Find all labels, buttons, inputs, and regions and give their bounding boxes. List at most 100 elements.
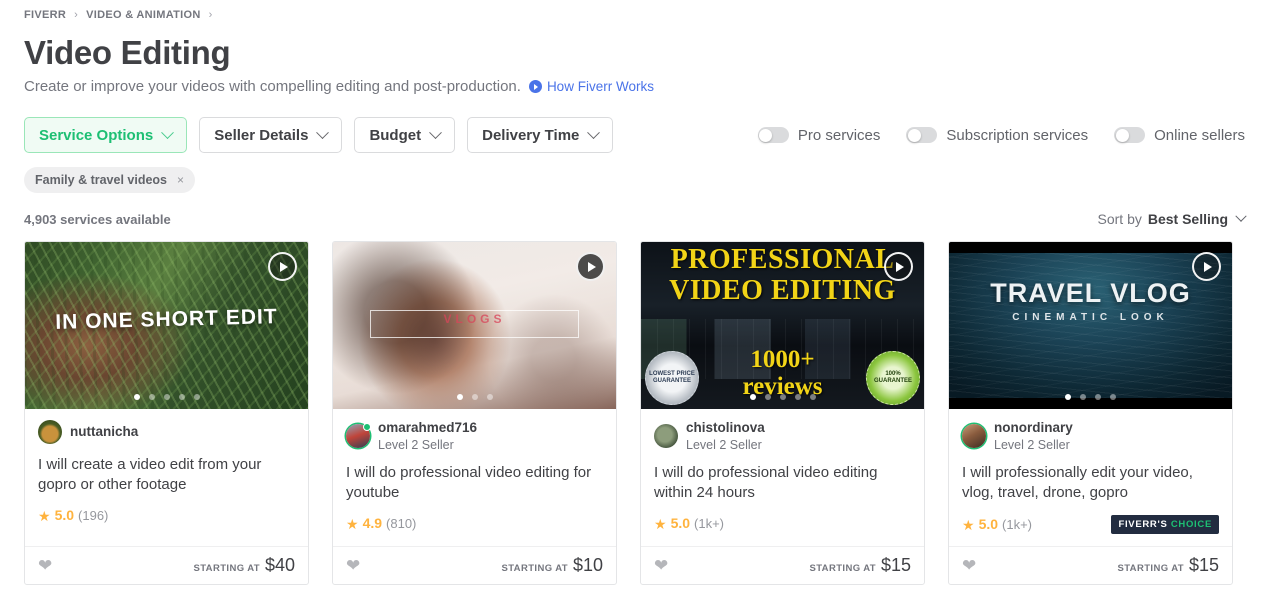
toggle-online-sellers[interactable]: Online sellers (1114, 127, 1245, 144)
how-fiverr-works-label: How Fiverr Works (547, 79, 654, 94)
carousel-dot[interactable] (780, 394, 786, 400)
carousel-dot[interactable] (134, 394, 140, 400)
avatar[interactable] (962, 424, 986, 448)
toggle-pro-services[interactable]: Pro services (758, 127, 881, 144)
gig-thumbnail (949, 242, 1232, 409)
star-icon: ★ (654, 517, 667, 531)
price: STARTING AT $40 (193, 555, 295, 576)
toggle-subscription-services[interactable]: Subscription services (906, 127, 1088, 144)
fiverrs-choice-prefix: FIVERR'S (1118, 519, 1167, 530)
heart-icon[interactable]: ❤ (346, 557, 360, 574)
carousel-dot[interactable] (179, 394, 185, 400)
heart-icon[interactable]: ❤ (38, 557, 52, 574)
play-button[interactable] (1192, 252, 1221, 281)
gig-card[interactable]: IN ONE SHORT EDIT nuttanicha I wi (24, 241, 309, 585)
page-title: Video Editing (24, 33, 1245, 73)
starting-at-label: STARTING AT (501, 563, 568, 574)
gig-footer: ❤ STARTING AT $40 (25, 546, 308, 584)
gig-media[interactable]: VLOGS (333, 242, 616, 409)
gig-card[interactable]: TRAVEL VLOG CINEMATIC LOOK nonordinary L… (948, 241, 1233, 585)
breadcrumb-item-video-animation[interactable]: VIDEO & ANIMATION (86, 9, 201, 21)
seller-row[interactable]: nuttanicha (38, 420, 295, 444)
toggle-switch-icon[interactable] (758, 127, 789, 143)
rating-row: ★ 4.9 (810) (346, 515, 603, 531)
gig-media-text: VLOGS (333, 312, 616, 326)
toggle-group: Pro services Subscription services Onlin… (758, 127, 1245, 144)
toggle-subscription-services-label: Subscription services (946, 127, 1088, 144)
carousel-dot[interactable] (810, 394, 816, 400)
carousel-dot[interactable] (1095, 394, 1101, 400)
gig-card-grid: IN ONE SHORT EDIT nuttanicha I wi (24, 241, 1245, 585)
price: STARTING AT $15 (809, 555, 911, 576)
seller-level: Level 2 Seller (378, 438, 477, 452)
seller-row[interactable]: nonordinary Level 2 Seller (962, 420, 1219, 452)
seller-row[interactable]: chistolinova Level 2 Seller (654, 420, 911, 452)
gig-card[interactable]: VLOGS omarahmed716 Level 2 Seller (332, 241, 617, 585)
gig-title[interactable]: I will professionally edit your video, v… (962, 463, 1219, 503)
filter-seller-details[interactable]: Seller Details (199, 117, 342, 153)
filter-bar: Service Options Seller Details Budget De… (24, 117, 1245, 153)
carousel-dot[interactable] (1065, 394, 1071, 400)
price: STARTING AT $15 (1117, 555, 1219, 576)
how-fiverr-works-link[interactable]: How Fiverr Works (529, 79, 654, 94)
carousel-dot[interactable] (149, 394, 155, 400)
carousel-dot[interactable] (194, 394, 200, 400)
carousel-dot[interactable] (487, 394, 493, 400)
avatar[interactable] (346, 424, 370, 448)
gig-media[interactable]: PROFESSIONAL VIDEO EDITING 1000+ reviews… (641, 242, 924, 409)
carousel-dot[interactable] (457, 394, 463, 400)
seller-row[interactable]: omarahmed716 Level 2 Seller (346, 420, 603, 452)
gig-body: chistolinova Level 2 Seller I will do pr… (641, 409, 924, 534)
page-subtitle: Create or improve your videos with compe… (24, 78, 521, 95)
close-icon[interactable]: × (177, 173, 184, 187)
filter-service-options[interactable]: Service Options (24, 117, 187, 153)
star-icon: ★ (38, 509, 51, 523)
sort-value: Best Selling (1148, 211, 1228, 227)
chevron-down-icon (317, 126, 330, 139)
toggle-switch-icon[interactable] (1114, 127, 1145, 143)
rating-count: (1k+) (694, 516, 724, 531)
filter-budget-label: Budget (369, 127, 421, 144)
toggle-online-sellers-label: Online sellers (1154, 127, 1245, 144)
seller-info: nuttanicha (70, 424, 138, 440)
play-button[interactable] (884, 252, 913, 281)
carousel-dot[interactable] (1080, 394, 1086, 400)
rating: ★ 5.0 (196) (38, 507, 108, 523)
gig-card[interactable]: PROFESSIONAL VIDEO EDITING 1000+ reviews… (640, 241, 925, 585)
avatar[interactable] (654, 424, 678, 448)
breadcrumb-item-fiverr[interactable]: FIVERR (24, 9, 66, 21)
gig-media[interactable]: TRAVEL VLOG CINEMATIC LOOK (949, 242, 1232, 409)
carousel-dot[interactable] (795, 394, 801, 400)
carousel-dot[interactable] (472, 394, 478, 400)
play-button[interactable] (268, 252, 297, 281)
sort-dropdown[interactable]: Sort by Best Selling (1098, 211, 1246, 227)
gig-title[interactable]: I will create a video edit from your gop… (38, 455, 295, 495)
filter-delivery-time-label: Delivery Time (482, 127, 579, 144)
filter-delivery-time[interactable]: Delivery Time (467, 117, 613, 153)
chip-family-travel-videos[interactable]: Family & travel videos × (24, 167, 195, 193)
toggle-switch-icon[interactable] (906, 127, 937, 143)
filter-seller-details-label: Seller Details (214, 127, 308, 144)
seller-info: omarahmed716 Level 2 Seller (378, 420, 477, 452)
online-status-icon (363, 423, 371, 431)
gig-footer: ❤ STARTING AT $15 (641, 546, 924, 584)
play-button[interactable] (576, 252, 605, 281)
carousel-dots (641, 394, 924, 400)
carousel-dot[interactable] (750, 394, 756, 400)
gig-footer: ❤ STARTING AT $15 (949, 546, 1232, 584)
carousel-dot[interactable] (164, 394, 170, 400)
active-filter-chips: Family & travel videos × (24, 167, 1245, 193)
breadcrumb: FIVERR › VIDEO & ANIMATION › (24, 0, 1245, 21)
gig-media[interactable]: IN ONE SHORT EDIT (25, 242, 308, 409)
heart-icon[interactable]: ❤ (962, 557, 976, 574)
heart-icon[interactable]: ❤ (654, 557, 668, 574)
seller-name: nonordinary (994, 420, 1073, 436)
carousel-dot[interactable] (1110, 394, 1116, 400)
filter-budget[interactable]: Budget (354, 117, 455, 153)
avatar[interactable] (38, 420, 62, 444)
gig-title[interactable]: I will do professional video editing for… (346, 463, 603, 503)
price-amount: $15 (881, 555, 911, 576)
gig-title[interactable]: I will do professional video editing wit… (654, 463, 911, 503)
gig-media-text: VIDEO EDITING (641, 275, 924, 307)
carousel-dot[interactable] (765, 394, 771, 400)
